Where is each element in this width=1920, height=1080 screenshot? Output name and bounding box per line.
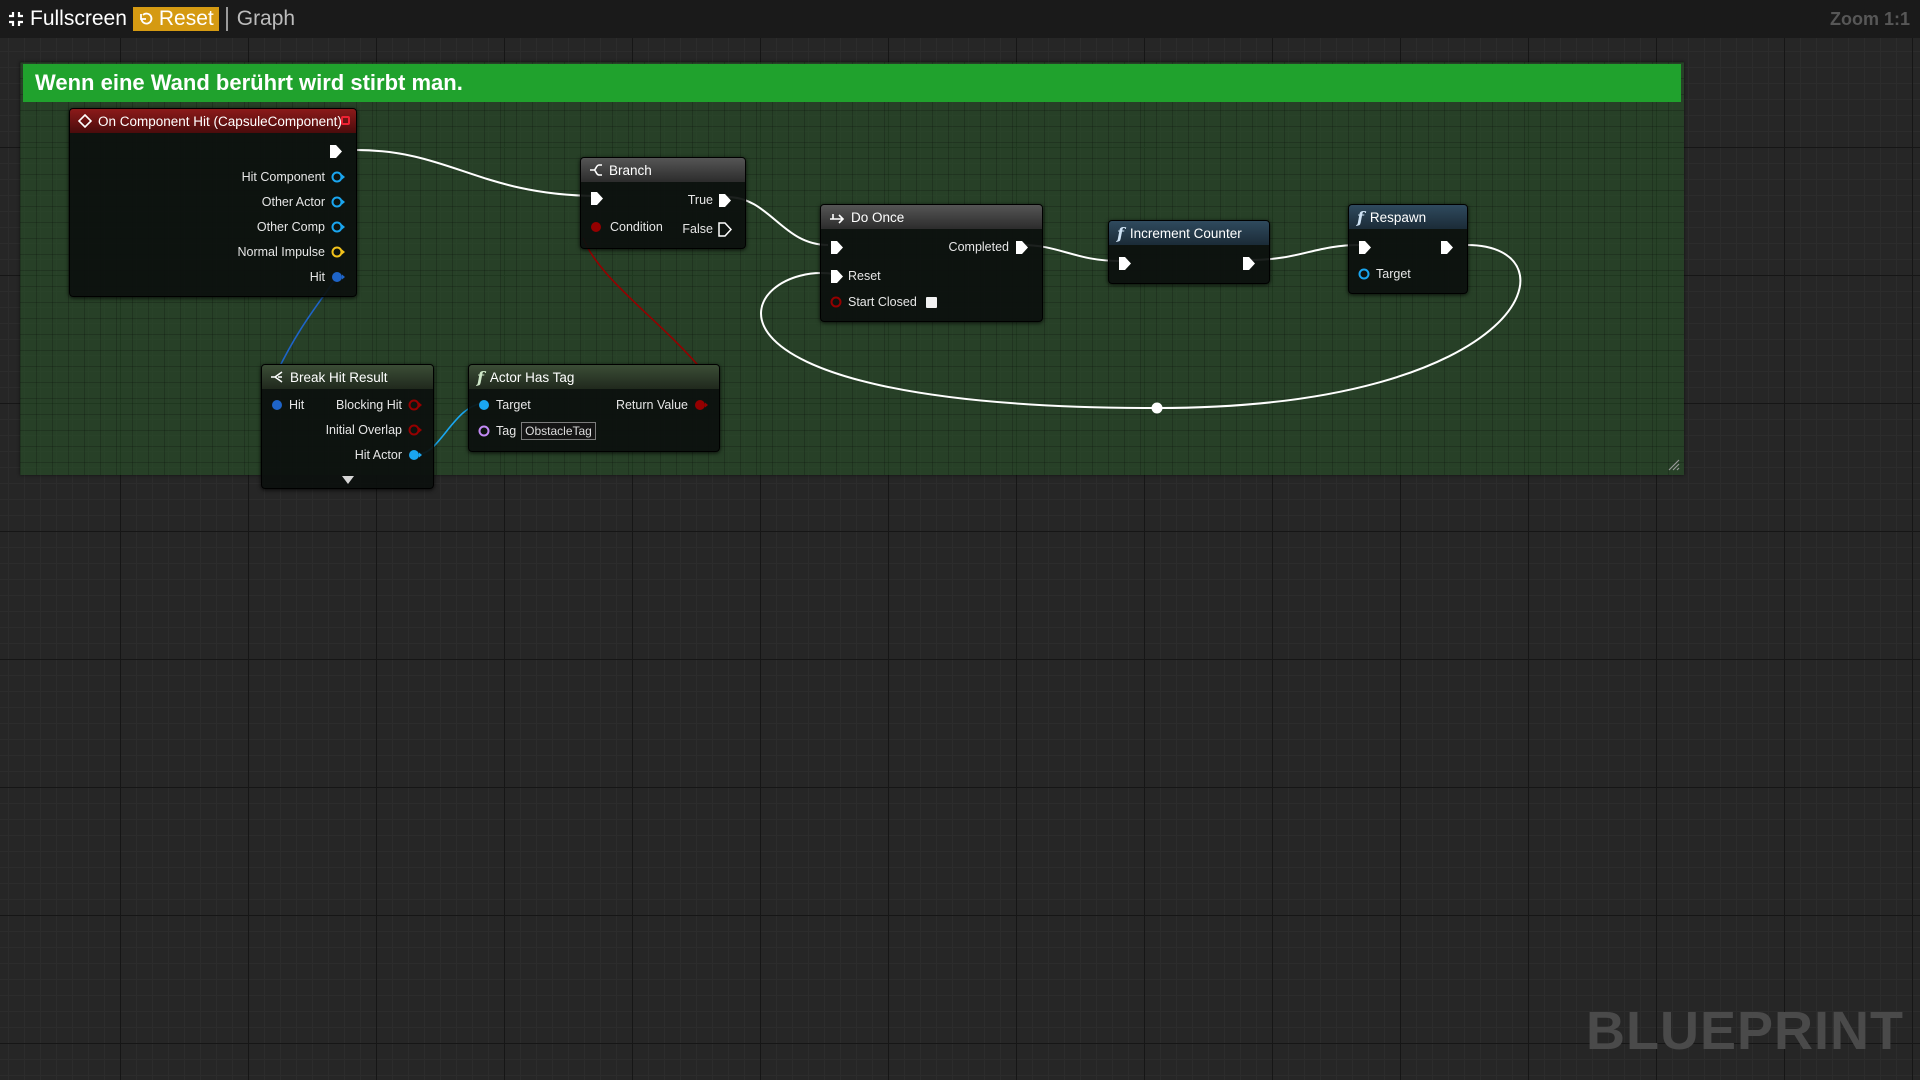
node-title: On Component Hit (CapsuleComponent) (98, 113, 342, 129)
tag-value-field[interactable]: ObstacleTag (521, 422, 596, 440)
node-on-component-hit[interactable]: On Component Hit (CapsuleComponent) Hit … (69, 108, 357, 297)
event-diamond-icon (78, 114, 92, 128)
node-increment-counter[interactable]: f Increment Counter (1108, 220, 1270, 284)
pin-label-initial-overlap: Initial Overlap (325, 423, 402, 437)
pin-label-hit: Hit (309, 270, 325, 284)
node-title: Do Once (851, 209, 905, 225)
node-title: Break Hit Result (290, 369, 388, 385)
node-header[interactable]: Break Hit Result (262, 365, 433, 389)
fullscreen-button[interactable]: Fullscreen (8, 6, 127, 32)
break-struct-icon (270, 370, 284, 384)
pin-label-hit-actor: Hit Actor (354, 448, 402, 462)
hit-actor-pin[interactable] (408, 449, 422, 461)
exec-out-pin[interactable] (329, 144, 343, 159)
pin-label-normal-impulse: Normal Impulse (237, 245, 325, 259)
node-header[interactable]: f Increment Counter (1109, 221, 1269, 245)
pin-label-target: Target (496, 398, 531, 412)
pin-label-other-comp: Other Comp (256, 220, 325, 234)
start-closed-pin[interactable] (830, 296, 844, 308)
blueprint-watermark: BLUEPRINT (1586, 1001, 1904, 1061)
exec-in-pin[interactable] (830, 240, 844, 255)
node-do-once[interactable]: Do Once Completed Reset Start Closed (820, 204, 1043, 322)
node-title: Increment Counter (1129, 225, 1242, 241)
fullscreen-icon (9, 12, 23, 26)
hit-component-pin[interactable] (331, 171, 345, 183)
initial-overlap-pin[interactable] (408, 424, 422, 436)
function-icon: f (477, 367, 484, 387)
node-actor-has-tag[interactable]: f Actor Has Tag Target Return Value Tag … (468, 364, 720, 452)
node-break-hit-result[interactable]: Break Hit Result Hit Blocking Hit Initia… (261, 364, 434, 489)
exec-in-pin[interactable] (1358, 240, 1372, 255)
pin-label-completed: Completed (948, 240, 1009, 254)
node-title: Actor Has Tag (489, 369, 575, 385)
comment-title[interactable]: Wenn eine Wand berührt wird stirbt man. (23, 64, 1681, 102)
node-header[interactable]: On Component Hit (CapsuleComponent) (70, 109, 356, 133)
pin-label-tag: Tag (496, 424, 517, 438)
return-value-pin[interactable] (694, 399, 708, 411)
node-header[interactable]: f Actor Has Tag (469, 365, 719, 389)
pin-label-false: False (682, 222, 713, 236)
resize-handle-icon[interactable] (1668, 459, 1680, 471)
condition-pin[interactable] (590, 221, 604, 233)
other-comp-pin[interactable] (331, 221, 345, 233)
node-respawn[interactable]: f Respawn Target (1348, 204, 1468, 294)
pin-label-other-actor: Other Actor (261, 195, 325, 209)
pin-label-true: True (687, 193, 713, 207)
exec-in-pin[interactable] (1118, 256, 1132, 271)
reset-icon (139, 12, 153, 25)
pin-label-reset: Reset (848, 269, 881, 283)
pin-label-hit: Hit (289, 398, 305, 412)
reset-label: Reset (158, 7, 214, 30)
exec-completed-pin[interactable] (1015, 240, 1029, 255)
pin-label-start-closed: Start Closed (848, 295, 917, 309)
pin-label-target: Target (1376, 267, 1411, 281)
other-actor-pin[interactable] (331, 196, 345, 208)
normal-impulse-pin[interactable] (331, 246, 345, 258)
tag-pin[interactable] (478, 425, 492, 437)
graph-label: Graph (236, 7, 296, 30)
zoom-indicator: Zoom 1:1 (1829, 9, 1910, 29)
expand-arrow-icon[interactable] (341, 476, 354, 484)
pin-label-blocking-hit: Blocking Hit (336, 398, 402, 412)
reset-button[interactable]: Reset (132, 7, 219, 31)
start-closed-checkbox[interactable] (925, 296, 937, 308)
target-pin[interactable] (478, 399, 492, 411)
target-pin[interactable] (1358, 268, 1372, 280)
hit-struct-pin[interactable] (331, 271, 345, 283)
node-header[interactable]: Branch (581, 158, 745, 182)
pin-label-condition: Condition (610, 220, 663, 234)
node-title: Respawn (1369, 209, 1427, 225)
function-icon: f (1117, 223, 1124, 243)
branch-icon (589, 163, 603, 177)
exec-out-pin[interactable] (1242, 256, 1256, 271)
hit-struct-in-pin[interactable] (271, 399, 285, 411)
pin-label-return-value: Return Value (615, 398, 688, 412)
exec-in-pin[interactable] (590, 191, 604, 206)
node-header[interactable]: Do Once (821, 205, 1042, 229)
exec-false-pin[interactable] (718, 221, 732, 237)
blocking-hit-pin[interactable] (408, 399, 422, 411)
toolbar: Fullscreen Reset Graph Zoom 1:1 (0, 0, 1920, 38)
exec-reset-pin[interactable] (830, 269, 844, 284)
fullscreen-label: Fullscreen (30, 7, 127, 30)
exec-out-pin[interactable] (1440, 240, 1454, 255)
function-icon: f (1357, 207, 1364, 227)
do-once-icon (829, 210, 845, 224)
node-branch[interactable]: Branch True Condition False (580, 157, 746, 249)
delegate-pin-icon[interactable] (341, 116, 350, 125)
node-title: Branch (609, 162, 652, 178)
pin-label-hit-component: Hit Component (241, 170, 325, 184)
node-header[interactable]: f Respawn (1349, 205, 1467, 229)
exec-true-pin[interactable] (718, 193, 732, 208)
toolbar-separator (225, 7, 228, 31)
